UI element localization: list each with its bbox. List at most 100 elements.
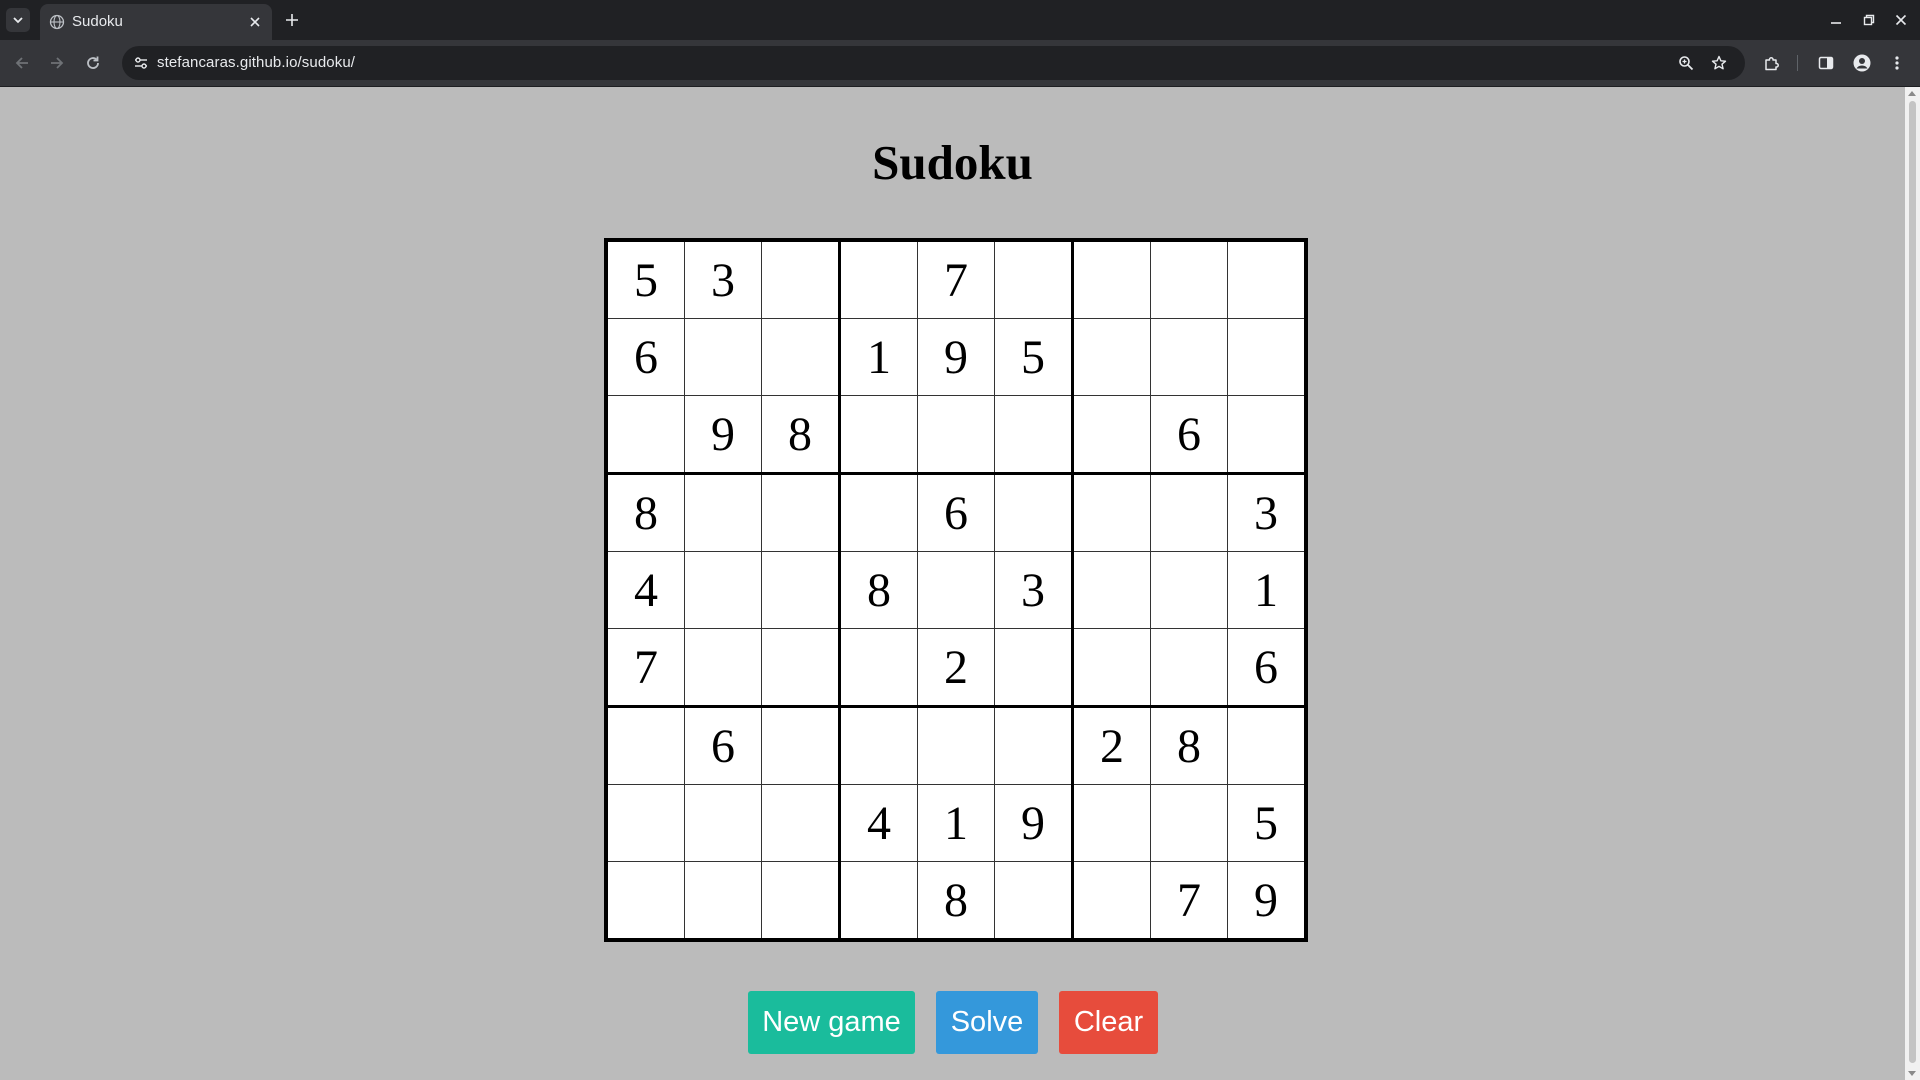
sudoku-cell[interactable] <box>839 861 918 941</box>
sudoku-cell[interactable] <box>605 861 685 941</box>
sudoku-cell[interactable] <box>1227 706 1307 785</box>
sudoku-cell[interactable] <box>1072 473 1151 552</box>
sudoku-cell[interactable]: 8 <box>917 861 995 941</box>
sudoku-cell[interactable] <box>994 395 1074 475</box>
sudoku-cell[interactable] <box>1150 551 1228 629</box>
sudoku-cell[interactable] <box>1150 628 1228 708</box>
sudoku-cell[interactable] <box>761 318 841 396</box>
sudoku-cell[interactable] <box>605 784 685 862</box>
sudoku-cell[interactable] <box>839 395 918 475</box>
sudoku-cell[interactable] <box>917 706 995 785</box>
tune-icon[interactable] <box>131 53 151 73</box>
sudoku-cell[interactable]: 6 <box>1227 628 1307 708</box>
minimize-icon[interactable] <box>1826 10 1846 30</box>
sudoku-cell[interactable] <box>1150 784 1228 862</box>
puzzle-icon[interactable] <box>1760 51 1784 75</box>
sudoku-cell[interactable] <box>684 784 762 862</box>
sudoku-cell[interactable] <box>761 551 841 629</box>
sudoku-cell[interactable] <box>1227 318 1307 396</box>
sudoku-cell[interactable] <box>994 861 1074 941</box>
sudoku-cell[interactable]: 1 <box>1227 551 1307 629</box>
back-arrow-icon[interactable] <box>10 51 34 75</box>
sudoku-cell[interactable] <box>1072 318 1151 396</box>
sudoku-cell[interactable] <box>839 628 918 708</box>
sudoku-cell[interactable] <box>1150 318 1228 396</box>
sudoku-cell[interactable]: 6 <box>684 706 762 785</box>
sudoku-cell[interactable]: 7 <box>917 239 995 319</box>
sudoku-cell[interactable] <box>839 473 918 552</box>
sudoku-cell[interactable] <box>684 551 762 629</box>
sudoku-cell[interactable]: 3 <box>994 551 1074 629</box>
sudoku-cell[interactable] <box>1072 395 1151 475</box>
sudoku-cell[interactable]: 5 <box>994 318 1074 396</box>
chevron-down-icon[interactable] <box>6 8 30 32</box>
sudoku-cell[interactable]: 7 <box>1150 861 1228 941</box>
url-text[interactable]: stefancaras.github.io/sudoku/ <box>157 54 355 71</box>
sudoku-cell[interactable] <box>917 395 995 475</box>
sudoku-cell[interactable]: 8 <box>839 551 918 629</box>
sudoku-cell[interactable] <box>839 239 918 319</box>
sudoku-cell[interactable]: 9 <box>684 395 762 475</box>
tab-sudoku[interactable]: Sudoku <box>40 4 272 40</box>
scrollbar-thumb[interactable] <box>1909 101 1916 1063</box>
sudoku-cell[interactable] <box>684 628 762 708</box>
close-icon[interactable] <box>1891 10 1911 30</box>
sudoku-cell[interactable] <box>1072 628 1151 708</box>
sudoku-cell[interactable]: 3 <box>1227 473 1307 552</box>
reload-icon[interactable] <box>81 51 105 75</box>
sudoku-cell[interactable]: 2 <box>1072 706 1151 785</box>
sudoku-cell[interactable]: 2 <box>917 628 995 708</box>
sudoku-cell[interactable] <box>761 784 841 862</box>
sudoku-cell[interactable]: 4 <box>605 551 685 629</box>
sudoku-cell[interactable]: 1 <box>839 318 918 396</box>
close-icon[interactable] <box>245 12 265 32</box>
sudoku-cell[interactable] <box>761 706 841 785</box>
sudoku-cell[interactable] <box>839 706 918 785</box>
sudoku-cell[interactable]: 6 <box>605 318 685 396</box>
sudoku-cell[interactable]: 6 <box>1150 395 1228 475</box>
sudoku-cell[interactable]: 9 <box>917 318 995 396</box>
sudoku-cell[interactable]: 5 <box>605 239 685 319</box>
sudoku-cell[interactable]: 5 <box>1227 784 1307 862</box>
sudoku-cell[interactable] <box>1072 861 1151 941</box>
sudoku-cell[interactable] <box>761 239 841 319</box>
solve-button[interactable]: Solve <box>936 991 1038 1054</box>
address-bar[interactable]: stefancaras.github.io/sudoku/ <box>122 46 1745 80</box>
sudoku-cell[interactable]: 1 <box>917 784 995 862</box>
side-panel-icon[interactable] <box>1814 51 1838 75</box>
sudoku-cell[interactable] <box>1072 551 1151 629</box>
sudoku-cell[interactable]: 8 <box>761 395 841 475</box>
sudoku-cell[interactable]: 9 <box>994 784 1074 862</box>
sudoku-cell[interactable]: 8 <box>605 473 685 552</box>
sudoku-cell[interactable] <box>605 706 685 785</box>
sudoku-cell[interactable] <box>994 706 1074 785</box>
sudoku-cell[interactable]: 4 <box>839 784 918 862</box>
sudoku-cell[interactable] <box>684 318 762 396</box>
sudoku-cell[interactable] <box>1150 239 1228 319</box>
sudoku-cell[interactable] <box>761 861 841 941</box>
star-icon[interactable] <box>1709 53 1729 73</box>
sudoku-cell[interactable] <box>1072 239 1151 319</box>
sudoku-cell[interactable] <box>1150 473 1228 552</box>
sudoku-cell[interactable]: 8 <box>1150 706 1228 785</box>
forward-arrow-icon[interactable] <box>45 51 69 75</box>
sudoku-cell[interactable] <box>1072 784 1151 862</box>
vertical-scrollbar[interactable] <box>1905 87 1920 1080</box>
sudoku-cell[interactable] <box>994 473 1074 552</box>
sudoku-cell[interactable] <box>684 861 762 941</box>
sudoku-cell[interactable] <box>684 473 762 552</box>
sudoku-cell[interactable] <box>605 395 685 475</box>
zoom-icon[interactable] <box>1676 53 1696 73</box>
kebab-menu-icon[interactable] <box>1885 51 1909 75</box>
scroll-down-arrow-icon[interactable] <box>1908 1071 1916 1076</box>
sudoku-cell[interactable] <box>994 239 1074 319</box>
sudoku-cell[interactable]: 9 <box>1227 861 1307 941</box>
sudoku-cell[interactable] <box>917 551 995 629</box>
sudoku-cell[interactable]: 7 <box>605 628 685 708</box>
plus-icon[interactable] <box>281 9 303 31</box>
sudoku-cell[interactable] <box>1227 239 1307 319</box>
restore-icon[interactable] <box>1859 10 1879 30</box>
sudoku-cell[interactable] <box>761 628 841 708</box>
profile-icon[interactable] <box>1850 51 1874 75</box>
sudoku-cell[interactable] <box>994 628 1074 708</box>
